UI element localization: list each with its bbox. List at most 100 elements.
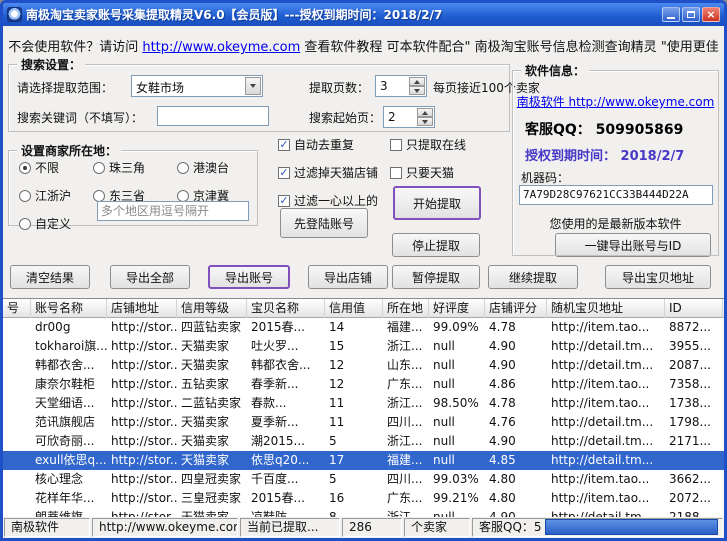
table-row[interactable]: exull依思q...http://stor...天猫卖家依思q20...17福… — [3, 451, 724, 470]
table-row[interactable]: dr00ghttp://stor...四蓝钻卖家2015春...14福建...9… — [3, 318, 724, 337]
table-cell: 16 — [325, 489, 383, 508]
table-cell: http://item.tao... — [547, 318, 665, 337]
vendor-link[interactable]: 南极软件 http://www.okeyme.com — [513, 93, 718, 110]
column-header-6[interactable]: 所在地 — [383, 299, 429, 318]
table-cell: 17 — [325, 451, 383, 470]
filter-checkbox-4[interactable]: 过滤一心以上的 — [278, 192, 390, 209]
filter-checkbox-0[interactable]: 自动去重复 — [278, 136, 390, 153]
support-qq: 客服QQ： 509905869 — [525, 119, 683, 139]
window-controls: × — [662, 7, 720, 22]
spin-down-icon — [414, 89, 420, 93]
location-radio-0[interactable]: 不限 — [19, 159, 93, 176]
table-cell: 2015春... — [247, 489, 325, 508]
table-cell — [3, 451, 31, 470]
table-cell: 99.21% — [429, 489, 485, 508]
titlebar[interactable]: 南极淘宝卖家账号采集提取精灵V6.0【会员版】---授权到期时间：2018/2/… — [3, 3, 724, 26]
spin-up-icon — [422, 111, 428, 115]
location-radio-2[interactable]: 港澳台 — [177, 159, 251, 176]
notice-link[interactable]: http://www.okeyme.com — [142, 40, 300, 55]
location-options: 不限珠三角港澳台江浙沪东三省京津冀自定义 — [19, 159, 251, 232]
pages-spin-down-button[interactable] — [409, 86, 425, 95]
column-header-0[interactable]: 号 — [3, 299, 31, 318]
column-header-3[interactable]: 信用等级 — [177, 299, 247, 318]
column-header-5[interactable]: 信用值 — [325, 299, 383, 318]
filter-checkbox-1[interactable]: 只提取在线 — [390, 136, 466, 153]
column-header-4[interactable]: 宝贝名称 — [247, 299, 325, 318]
table-row[interactable]: 天堂细语...http://stor...二蓝钻卖家春款...11浙江...98… — [3, 394, 724, 413]
resume-extract-button[interactable]: 继续提取 — [488, 265, 578, 289]
table-cell: 浙江... — [383, 394, 429, 413]
filter-checkbox-3[interactable]: 只要天猫 — [390, 164, 466, 181]
column-header-9[interactable]: 随机宝贝地址 — [547, 299, 665, 318]
pages-stepper[interactable]: 3 — [375, 75, 427, 97]
chevron-down-icon[interactable] — [245, 77, 261, 95]
table-cell: 1798... — [665, 413, 723, 432]
checkbox-icon — [390, 167, 402, 179]
column-header-7[interactable]: 好评度 — [429, 299, 485, 318]
table-row[interactable]: 可欣奇丽...http://stor...天猫卖家潮2015...5浙江...n… — [3, 432, 724, 451]
table-row[interactable]: tokharoi旗...http://stor...天猫卖家吐火罗...15浙江… — [3, 337, 724, 356]
export-shops-button[interactable]: 导出店铺 — [308, 265, 388, 289]
column-header-2[interactable]: 店铺地址 — [107, 299, 177, 318]
table-cell: 凉鞋防... — [247, 508, 325, 517]
table-cell: exull依思q... — [31, 451, 107, 470]
table-cell: 浙江... — [383, 337, 429, 356]
table-row[interactable]: 核心理念http://stor...四皇冠卖家千百度...5四川...99.03… — [3, 470, 724, 489]
table-cell: http://detail.tm... — [547, 413, 665, 432]
merchant-location-group: 设置商家所在地： 不限珠三角港澳台江浙沪东三省京津冀自定义 — [8, 150, 258, 226]
status-brand: 南极软件 — [4, 518, 90, 537]
table-row[interactable]: 花样年华...http://stor...三皇冠卖家2015春...16广东..… — [3, 489, 724, 508]
minimize-button[interactable] — [662, 7, 680, 22]
pages-spin-up-button[interactable] — [409, 77, 425, 86]
table-cell: null — [429, 508, 485, 517]
start-page-stepper[interactable]: 2 — [383, 106, 435, 128]
status-url: http://www.okeyme.com — [92, 518, 238, 537]
radio-icon — [177, 162, 189, 174]
status-extracted-label: 当前已提取... — [240, 518, 340, 537]
status-unit: 个卖家 — [404, 518, 470, 537]
maximize-button[interactable] — [682, 7, 700, 22]
column-header-1[interactable]: 账号名称 — [31, 299, 107, 318]
clear-results-button[interactable]: 清空结果 — [10, 265, 90, 289]
location-radio-1[interactable]: 珠三角 — [93, 159, 177, 176]
login-button[interactable]: 先登陆账号 — [280, 208, 368, 238]
machine-code-field[interactable]: 7A79D28C97621CC33B444D22A — [519, 185, 713, 205]
table-row[interactable]: 范讯旗舰店http://stor...天猫卖家夏季新...11四川...null… — [3, 413, 724, 432]
table-cell: http://stor... — [107, 394, 177, 413]
keyword-input[interactable] — [157, 106, 269, 126]
radio-icon — [19, 190, 31, 202]
notice-text: "使用更佳 — [657, 40, 719, 55]
table-cell: 98.50% — [429, 394, 485, 413]
table-row[interactable]: 康奈尔鞋柜http://stor...五钻卖家春季新...12广东...null… — [3, 375, 724, 394]
location-radio-6[interactable]: 自定义 — [19, 215, 93, 232]
filter-checkbox-2[interactable]: 过滤掉天猫店铺 — [278, 164, 390, 181]
software-info-legend: 软件信息： — [521, 62, 589, 79]
start-extract-button[interactable]: 开始提取 — [393, 186, 481, 220]
column-header-10[interactable]: ID — [665, 299, 723, 318]
close-button[interactable]: × — [702, 7, 720, 22]
pages-label: 提取页数： — [309, 79, 369, 96]
table-cell: 四皇冠卖家 — [177, 470, 247, 489]
table-row[interactable]: 韩都衣舍...http://stor...天猫卖家韩都衣舍...12山东...n… — [3, 356, 724, 375]
start-page-spin-down-button[interactable] — [417, 117, 433, 126]
table-row[interactable]: 朗蒂维旗...http://stor...天猫卖家凉鞋防...8浙江...nul… — [3, 508, 724, 517]
table-cell: 99.09% — [429, 318, 485, 337]
radio-icon — [19, 162, 31, 174]
column-header-8[interactable]: 店铺评分 — [485, 299, 547, 318]
table-cell: 2188... — [665, 508, 723, 517]
checkbox-icon — [278, 195, 290, 207]
table-cell: http://item.tao... — [547, 394, 665, 413]
custom-region-input[interactable] — [97, 201, 249, 221]
table-cell: 浙江... — [383, 508, 429, 517]
stop-extract-button[interactable]: 停止提取 — [392, 233, 480, 257]
export-all-button[interactable]: 导出全部 — [110, 265, 190, 289]
table-cell: dr00g — [31, 318, 107, 337]
export-accounts-button[interactable]: 导出账号 — [208, 265, 290, 289]
table-cell: 15 — [325, 337, 383, 356]
export-item-urls-button[interactable]: 导出宝贝地址 — [605, 265, 711, 289]
pause-extract-button[interactable]: 暂停提取 — [392, 265, 480, 289]
table-cell: 四蓝钻卖家 — [177, 318, 247, 337]
start-page-spin-up-button[interactable] — [417, 108, 433, 117]
location-radio-3[interactable]: 江浙沪 — [19, 187, 93, 204]
market-range-select[interactable]: 女鞋市场 — [131, 75, 263, 97]
